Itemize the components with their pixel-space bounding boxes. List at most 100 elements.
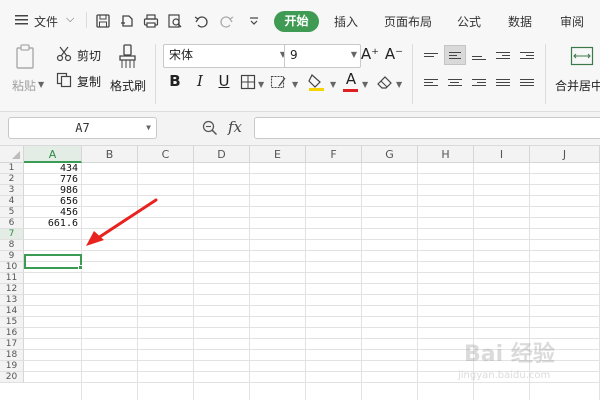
tab-start[interactable]: 开始 [274, 11, 319, 32]
border-icon[interactable] [240, 74, 256, 90]
row-header-13[interactable]: 13 [0, 295, 24, 306]
fill-color-icon[interactable] [307, 72, 327, 92]
chevron-down-icon[interactable]: ▼ [330, 80, 336, 89]
cell-a4[interactable]: 656 [24, 196, 80, 207]
chevron-down-icon[interactable]: ▼ [258, 80, 264, 89]
align-right-icon[interactable] [468, 72, 490, 92]
align-left-icon[interactable] [420, 72, 442, 92]
column-header-c[interactable]: C [138, 146, 194, 163]
tab-page-layout[interactable]: 页面布局 [384, 13, 432, 30]
chevron-down-icon[interactable]: ▼ [362, 80, 368, 89]
distributed-icon[interactable] [516, 72, 538, 92]
cell-a1[interactable]: 434 [24, 163, 80, 174]
column-header-f[interactable]: F [306, 146, 362, 163]
zoom-icon[interactable] [202, 120, 218, 136]
align-top-icon[interactable] [420, 45, 442, 65]
column-header-i[interactable]: I [474, 146, 530, 163]
formula-input[interactable] [254, 117, 600, 139]
cell-a3[interactable]: 986 [24, 185, 80, 196]
row-header-1[interactable]: 1 [0, 163, 24, 174]
row-header-8[interactable]: 8 [0, 240, 24, 251]
row-header-14[interactable]: 14 [0, 306, 24, 317]
column-header-h[interactable]: H [418, 146, 474, 163]
paste-label[interactable]: 粘贴 [12, 77, 36, 94]
row-header-4[interactable]: 4 [0, 196, 24, 207]
italic-button[interactable]: I [192, 72, 208, 90]
row-header-3[interactable]: 3 [0, 185, 24, 196]
font-name-select[interactable]: 宋体 ▼ [163, 44, 290, 68]
copy-icon[interactable] [56, 72, 74, 88]
redo-icon[interactable] [218, 12, 236, 30]
tab-formulas[interactable]: 公式 [457, 13, 481, 30]
copy-button[interactable]: 复制 [77, 73, 101, 90]
cell-a5[interactable]: 456 [24, 207, 80, 218]
align-bottom-icon[interactable] [468, 45, 490, 65]
shrink-font-icon[interactable]: A⁻ [384, 45, 404, 63]
increase-indent-icon[interactable] [516, 45, 538, 65]
row-header-17[interactable]: 17 [0, 339, 24, 350]
row-header-7[interactable]: 7 [0, 229, 24, 240]
align-center-icon[interactable] [444, 72, 466, 92]
paste-dropdown-icon[interactable]: ▼ [38, 80, 44, 89]
tab-data[interactable]: 数据 [508, 13, 532, 30]
font-size-select[interactable]: 9 ▼ [284, 44, 361, 68]
cut-button[interactable]: 剪切 [77, 47, 101, 64]
cell-style-icon[interactable] [270, 74, 288, 90]
column-header-b[interactable]: B [82, 146, 138, 163]
row-header-9[interactable]: 9 [0, 251, 24, 262]
tab-insert[interactable]: 插入 [334, 13, 358, 30]
column-header-j[interactable]: J [530, 146, 600, 163]
name-box-value: A7 [75, 121, 90, 135]
row-header-19[interactable]: 19 [0, 361, 24, 372]
fill-handle[interactable] [78, 265, 83, 270]
merge-center-button[interactable]: 合并居中 [555, 77, 600, 94]
row-header-15[interactable]: 15 [0, 317, 24, 328]
select-all-corner[interactable] [0, 146, 24, 163]
row-header-20[interactable]: 20 [0, 372, 24, 383]
row-header-18[interactable]: 18 [0, 350, 24, 361]
row-gridline [24, 294, 600, 295]
export-icon[interactable] [118, 12, 136, 30]
customize-toolbar-icon[interactable] [245, 12, 263, 30]
row-header-16[interactable]: 16 [0, 328, 24, 339]
row-header-12[interactable]: 12 [0, 284, 24, 295]
column-header-d[interactable]: D [194, 146, 250, 163]
grow-font-icon[interactable]: A⁺ [360, 45, 380, 63]
decrease-indent-icon[interactable] [492, 45, 514, 65]
eraser-icon[interactable] [376, 74, 394, 90]
row-header-2[interactable]: 2 [0, 174, 24, 185]
column-header-a[interactable]: A [24, 146, 82, 163]
print-icon[interactable] [142, 12, 160, 30]
row-header-6[interactable]: 6 [0, 218, 24, 229]
file-menu[interactable]: 文件 [34, 13, 58, 30]
row-header-11[interactable]: 11 [0, 273, 24, 284]
cell-a2[interactable]: 776 [24, 174, 80, 185]
font-color-button[interactable]: A [343, 70, 359, 88]
chevron-down-icon[interactable]: ▼ [292, 80, 298, 89]
paste-icon[interactable] [14, 44, 36, 70]
format-painter-icon[interactable] [117, 44, 139, 70]
scissors-icon[interactable] [56, 46, 74, 62]
undo-icon[interactable] [192, 12, 210, 30]
name-box[interactable]: A7 ▼ [8, 117, 157, 139]
bold-button[interactable]: B [167, 72, 183, 90]
print-preview-icon[interactable] [166, 12, 184, 30]
selected-cell[interactable] [24, 254, 82, 269]
hamburger-icon[interactable] [14, 13, 30, 27]
cell-a6[interactable]: 661.6 [24, 218, 80, 229]
fx-button[interactable]: fx [228, 118, 242, 136]
tab-review[interactable]: 审阅 [560, 13, 584, 30]
chevron-down-icon[interactable]: ⌵ [66, 12, 74, 26]
row-header-10[interactable]: 10 [0, 262, 24, 273]
merge-center-icon[interactable] [570, 46, 594, 66]
row-header-5[interactable]: 5 [0, 207, 24, 218]
column-header-e[interactable]: E [250, 146, 306, 163]
justify-icon[interactable] [492, 72, 514, 92]
align-middle-icon[interactable] [444, 45, 466, 65]
column-header-g[interactable]: G [362, 146, 418, 163]
format-painter-button[interactable]: 格式刷 [110, 77, 146, 94]
underline-button[interactable]: U [216, 72, 232, 90]
save-icon[interactable] [94, 12, 112, 30]
chevron-down-icon[interactable]: ▼ [146, 118, 151, 138]
chevron-down-icon[interactable]: ▼ [396, 80, 402, 89]
